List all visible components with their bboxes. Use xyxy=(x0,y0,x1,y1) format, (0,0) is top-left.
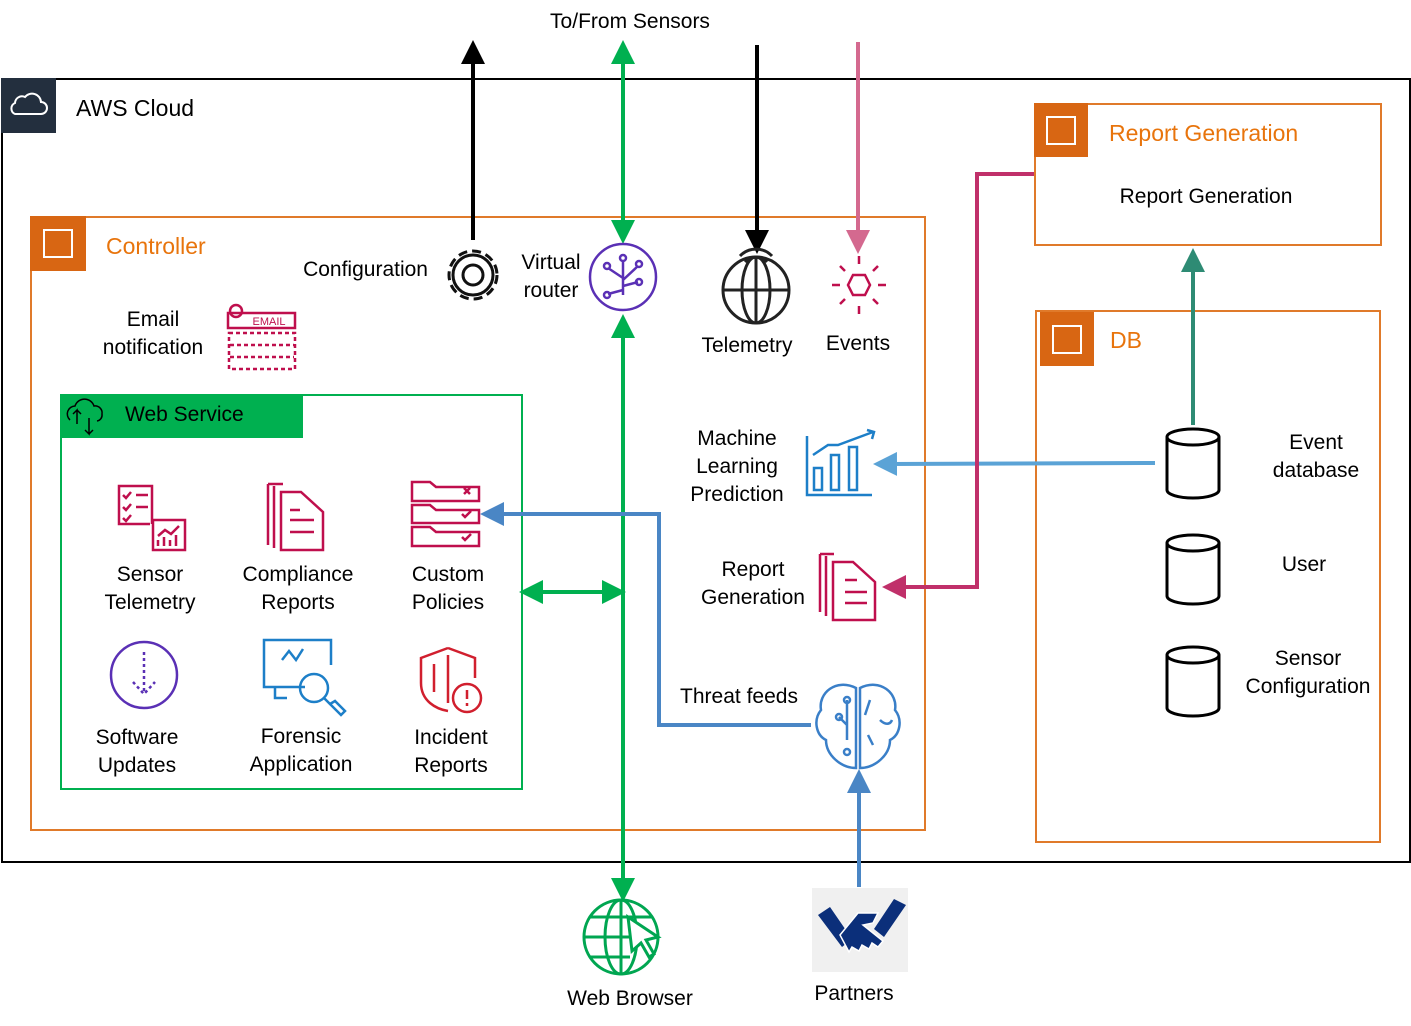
ws2-l2: Policies xyxy=(411,591,485,614)
ws2-l1: Custom xyxy=(411,563,485,586)
compliance-reports-label: Compliance Reports xyxy=(243,561,354,617)
web-service-upload-cloud-icon xyxy=(66,398,103,436)
ml-line2: Learning xyxy=(696,455,778,478)
software-updates-label: Software Updates xyxy=(96,724,179,780)
email-line2: notification xyxy=(102,336,204,359)
ws4-l2: Application xyxy=(249,753,353,776)
rg-line2: Generation xyxy=(701,586,805,609)
ws4-l1: Forensic xyxy=(260,725,342,748)
web-browser-globe-icon xyxy=(582,898,662,976)
db2-l2: Configuration xyxy=(1245,675,1371,698)
user-database-label: User xyxy=(1281,553,1327,576)
db2-l1: Sensor xyxy=(1274,647,1342,670)
virtual-router-label: Virtual router xyxy=(521,249,580,305)
forensic-application-icon xyxy=(262,638,347,717)
gear-icon xyxy=(447,249,499,301)
email-line1: Email xyxy=(126,308,180,331)
virtual-router-icon xyxy=(588,242,658,312)
user-database-cylinder-icon xyxy=(1165,533,1221,606)
sensor-configuration-cylinder-icon xyxy=(1165,645,1221,718)
threat-feeds-brain-icon xyxy=(815,683,901,770)
ws3-l2: Updates xyxy=(97,754,177,777)
virtual-router-label-line2: router xyxy=(523,279,579,302)
report-generation-doc-icon xyxy=(818,552,877,622)
email-notification-icon xyxy=(226,303,297,371)
events-label: Events xyxy=(825,332,891,355)
ws5-l1: Incident xyxy=(414,726,488,749)
sensor-configuration-label: Sensor Configuration xyxy=(1246,645,1371,701)
threat-feeds-label: Threat feeds xyxy=(680,685,798,708)
event-database-label: Event database xyxy=(1273,429,1359,485)
event-db-to-ml-arrow xyxy=(873,451,1156,476)
virtual-router-label-line1: Virtual xyxy=(521,251,581,274)
incident-reports-icon xyxy=(419,646,483,714)
ml-line1: Machine xyxy=(697,427,777,450)
event-database-cylinder-icon xyxy=(1165,427,1221,500)
diagram-graphics: EMAIL xyxy=(43,40,1221,976)
ml-prediction-chart-icon xyxy=(805,428,876,497)
to-from-sensors-label: To/From Sensors xyxy=(550,10,710,33)
software-updates-icon xyxy=(109,640,179,710)
telemetry-globe-icon xyxy=(721,247,791,325)
db0-l2: database xyxy=(1272,459,1360,482)
ws0-l2: Telemetry xyxy=(104,591,196,614)
compliance-reports-icon xyxy=(266,482,325,552)
ml-line3: Prediction xyxy=(690,483,784,506)
forensic-application-label: Forensic Application xyxy=(250,723,353,779)
events-icon xyxy=(832,256,886,314)
ws1-l2: Reports xyxy=(261,591,335,614)
report-generation-flow-arrow xyxy=(882,172,1034,599)
custom-policies-icon xyxy=(410,480,481,548)
incident-reports-label: Incident Reports xyxy=(414,724,488,780)
telemetry-label: Telemetry xyxy=(701,334,793,357)
db0-l1: Event xyxy=(1289,431,1343,454)
ws5-l2: Reports xyxy=(414,754,488,777)
web-browser-label: Web Browser xyxy=(567,987,693,1010)
ws1-l1: Compliance xyxy=(242,563,354,586)
partners-handshake-icon xyxy=(812,888,908,972)
partners-label: Partners xyxy=(814,982,894,1005)
sensor-telemetry-label: Sensor Telemetry xyxy=(104,561,195,617)
ws3-l1: Software xyxy=(95,726,179,749)
rg-line1: Report xyxy=(721,558,785,581)
report-generation-label: Report Generation xyxy=(701,556,805,612)
ml-prediction-label: Machine Learning Prediction xyxy=(690,425,783,509)
custom-policies-label: Custom Policies xyxy=(412,561,484,617)
ws0-l1: Sensor xyxy=(116,563,184,586)
email-notification-label: Email notification xyxy=(103,306,203,362)
email-badge: EMAIL xyxy=(252,316,285,328)
configuration-label: Configuration xyxy=(303,258,428,281)
sensor-telemetry-icon xyxy=(117,484,187,552)
